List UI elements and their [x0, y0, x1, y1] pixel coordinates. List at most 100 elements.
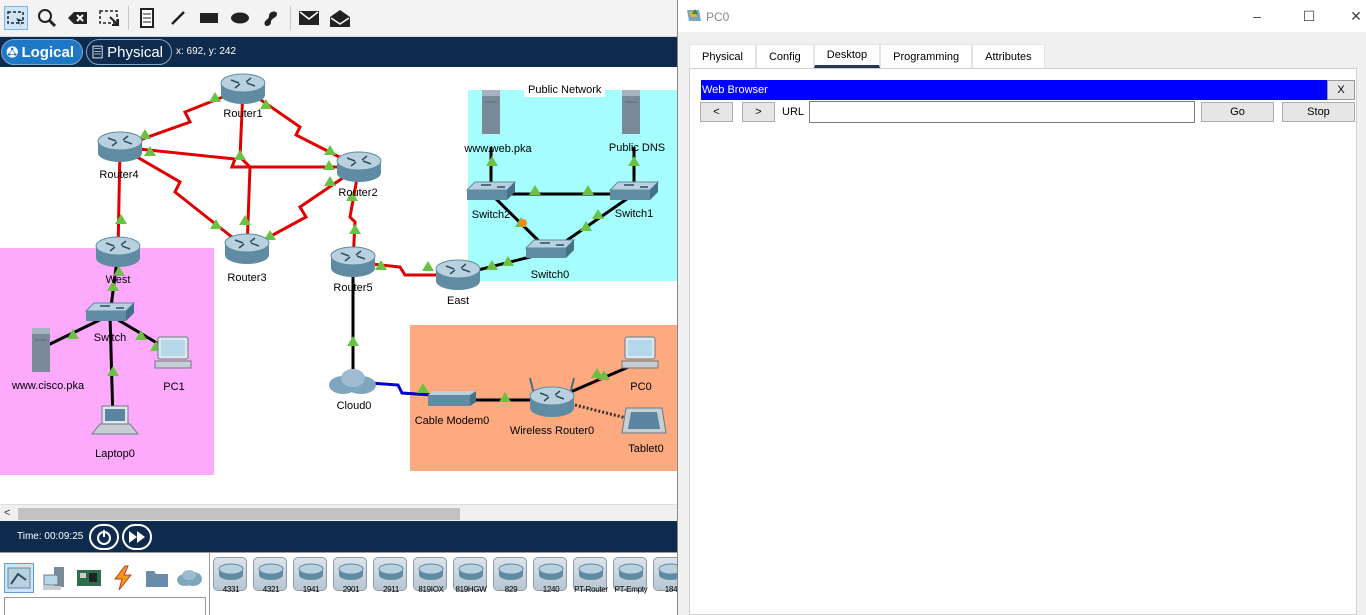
toolbar — [0, 0, 678, 37]
wireless-router0-icon[interactable] — [529, 377, 575, 418]
device-model-184[interactable]: 184 — [653, 557, 678, 594]
miscellaneous-icon[interactable] — [142, 563, 172, 593]
logical-workspace-button[interactable]: Logical — [1, 39, 83, 65]
add-complex-pdu-icon[interactable] — [328, 6, 352, 30]
router5-icon[interactable] — [330, 246, 376, 278]
router3-icon[interactable] — [224, 233, 270, 265]
pc1-icon[interactable] — [154, 336, 192, 369]
router3-label: Router3 — [227, 272, 267, 284]
place-note-tool-icon[interactable] — [135, 6, 159, 30]
web-browser-title: Web Browser — [702, 84, 768, 96]
packet-tracer-app-icon — [687, 9, 701, 21]
tab-programming[interactable]: Programming — [880, 44, 973, 68]
device-model-1240[interactable]: 1240 — [533, 557, 567, 594]
resize-shape-tool-icon[interactable] — [97, 6, 121, 30]
tab-config[interactable]: Config — [755, 44, 814, 68]
router-model-icon — [458, 563, 484, 580]
web-browser-close-button[interactable]: X — [1327, 80, 1355, 100]
device-model-1941[interactable]: 1941 — [293, 557, 327, 594]
physical-workspace-button[interactable]: Physical — [86, 39, 172, 65]
power-cycle-devices-button[interactable] — [89, 524, 119, 550]
draw-line-tool-icon[interactable] — [166, 6, 190, 30]
logical-workspace-canvas[interactable]: Public Network Router1 Router4 Router2 R… — [0, 67, 678, 504]
device-model-label: 4321 — [262, 585, 280, 594]
device-model-4331[interactable]: 4331 — [213, 557, 247, 594]
cloud0-icon[interactable] — [329, 369, 376, 394]
maximize-icon[interactable]: ☐ — [1297, 6, 1321, 26]
pc0-title: PC0 — [706, 10, 730, 24]
pc0-tabs: Physical Config Desktop Programming Attr… — [689, 44, 1045, 68]
fast-forward-icon — [129, 531, 145, 543]
router4-icon[interactable] — [97, 131, 143, 163]
device-type-panel: 4331 4321 1941 2901 2911 819IOX 819HGW 829 1240 P… — [0, 552, 678, 615]
pc0-titlebar[interactable]: PC0 – ☐ ✕ — [678, 0, 1366, 32]
router2-icon[interactable] — [336, 151, 382, 183]
laptop0-label: Laptop0 — [95, 448, 135, 460]
tab-desktop[interactable]: Desktop — [813, 44, 881, 68]
physical-label: Physical — [107, 43, 163, 61]
add-simple-pdu-icon[interactable] — [297, 6, 321, 30]
router-model-icon — [538, 563, 564, 580]
dns-server-icon[interactable] — [621, 89, 641, 135]
select-tool-icon[interactable] — [4, 6, 28, 30]
cisco-server-icon[interactable] — [31, 327, 51, 373]
close-window-icon[interactable]: ✕ — [1344, 6, 1366, 26]
fast-forward-time-button[interactable] — [122, 524, 152, 550]
serial-links — [116, 87, 458, 277]
url-label: URL — [782, 106, 805, 118]
switch-icon[interactable] — [85, 302, 135, 322]
east-router-icon[interactable] — [435, 259, 481, 291]
tab-attributes[interactable]: Attributes — [972, 44, 1045, 68]
switch1-label: Switch1 — [614, 208, 654, 220]
west-router-icon[interactable] — [95, 236, 141, 268]
draw-rectangle-tool-icon[interactable] — [197, 6, 221, 30]
components-icon[interactable] — [74, 563, 104, 593]
web-server-icon[interactable] — [481, 89, 501, 135]
go-button[interactable]: Go — [1201, 102, 1274, 122]
pc0-label: PC0 — [630, 381, 652, 393]
device-model-819iox[interactable]: 819IOX — [413, 557, 447, 594]
tablet0-icon[interactable] — [621, 407, 667, 434]
device-model-4321[interactable]: 4321 — [253, 557, 287, 594]
realtime-bar: Time: 00:09:25 — [0, 521, 678, 552]
router4-label: Router4 — [99, 169, 139, 181]
draw-ellipse-tool-icon[interactable] — [228, 6, 252, 30]
router1-icon[interactable] — [220, 73, 266, 105]
switch1-icon[interactable] — [609, 181, 659, 201]
device-model-pt-empty[interactable]: PT-Empty — [613, 557, 648, 594]
freeform-tool-icon[interactable] — [259, 6, 283, 30]
stop-button[interactable]: Stop — [1282, 102, 1355, 122]
device-model-label: 4331 — [222, 585, 240, 594]
power-cycle-icon — [97, 530, 111, 545]
delete-tool-icon[interactable] — [66, 6, 90, 30]
connections-icon[interactable] — [108, 563, 138, 593]
device-model-829[interactable]: 829 — [493, 557, 527, 594]
end-devices-icon[interactable] — [40, 563, 70, 593]
scroll-left-icon[interactable]: < — [4, 507, 10, 519]
forward-button[interactable]: > — [742, 102, 775, 122]
device-model-label: 819HGW — [455, 585, 487, 594]
network-devices-icon[interactable] — [4, 563, 34, 593]
horizontal-scrollbar[interactable]: < — [0, 504, 678, 521]
device-model-label: 2901 — [342, 585, 360, 594]
device-model-2901[interactable]: 2901 — [333, 557, 367, 594]
multiuser-connection-icon[interactable] — [174, 563, 204, 593]
desktop-tab-content: Web Browser X < > URL Go Stop — [689, 68, 1357, 615]
device-model-819hgw[interactable]: 819HGW — [453, 557, 487, 594]
laptop0-icon[interactable] — [90, 405, 140, 435]
back-button[interactable]: < — [700, 102, 733, 122]
device-model-pt-router[interactable]: PT-Router — [573, 557, 608, 594]
pc0-icon[interactable] — [621, 336, 659, 369]
web-browser-header: Web Browser X — [700, 79, 1356, 101]
tab-physical[interactable]: Physical — [689, 44, 756, 68]
web-browser-page-area[interactable] — [700, 125, 1356, 614]
scrollbar-thumb[interactable] — [18, 508, 460, 520]
device-model-2911[interactable]: 2911 — [373, 557, 407, 594]
switch0-icon[interactable] — [525, 239, 575, 259]
switch2-icon[interactable] — [466, 181, 516, 201]
inspect-tool-icon[interactable] — [35, 6, 59, 30]
device-model-label: 819IOX — [418, 585, 444, 594]
cable-modem0-icon[interactable] — [428, 391, 476, 406]
minimize-icon[interactable]: – — [1245, 6, 1269, 26]
url-input[interactable] — [809, 101, 1195, 123]
